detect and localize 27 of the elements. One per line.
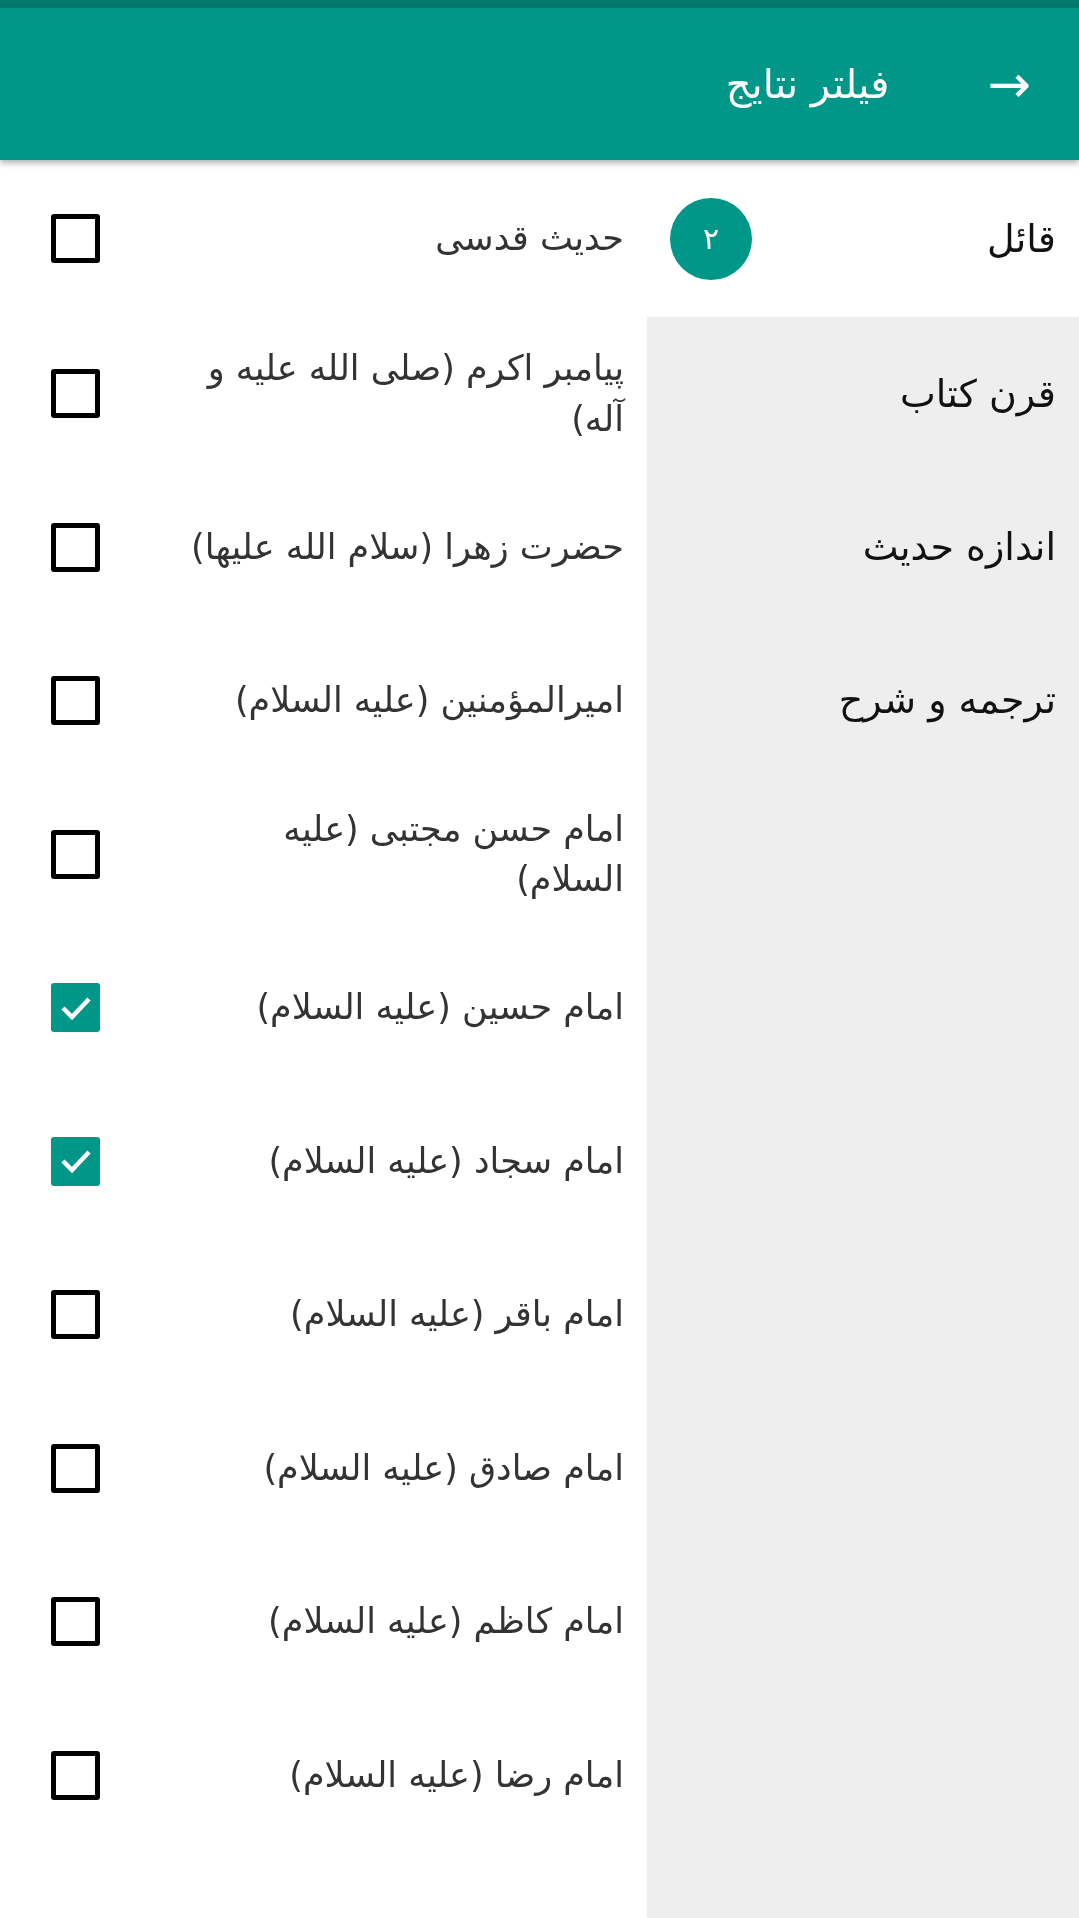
count-badge: ۲ [670, 197, 752, 280]
option-label: امام سجاد (علیه السلام) [267, 1139, 624, 1183]
option-label: امام حسن مجتبی (علیه السلام) [282, 807, 624, 902]
option-label: امام صادق (علیه السلام) [262, 1446, 624, 1490]
checkbox[interactable] [51, 676, 100, 726]
checkbox[interactable] [51, 1443, 100, 1493]
checkbox[interactable] [51, 522, 100, 572]
checkbox[interactable] [51, 369, 100, 419]
checkbox[interactable] [51, 829, 100, 879]
option-label: پیامبر اکرم (صلی الله علیه و آله) [205, 347, 624, 441]
checkbox[interactable] [51, 214, 100, 263]
checkbox[interactable] [51, 983, 100, 1033]
checkbox[interactable] [51, 1290, 100, 1340]
check-icon [59, 1148, 92, 1175]
option-label: امام باقر (علیه السلام) [289, 1293, 624, 1337]
back-button[interactable]: → [979, 58, 1039, 110]
option-label: حضرت زهرا (سلام الله علیها) [190, 525, 624, 570]
screen-title: فیلتر نتایج [725, 61, 890, 107]
checkbox[interactable] [51, 1136, 100, 1186]
option-label: حدیث قدسی [434, 217, 624, 261]
filter-category[interactable]: قائل ۲ [647, 160, 1079, 317]
checkbox[interactable] [51, 1597, 100, 1647]
option-label: امام رضا (علیه السلام) [288, 1753, 624, 1798]
option-label: امام حسین (علیه السلام) [255, 986, 624, 1030]
option-label: امیرالمؤمنین (علیه السلام) [233, 679, 624, 723]
option-label: امام کاظم (علیه السلام) [267, 1600, 624, 1644]
checkbox[interactable] [51, 1750, 100, 1800]
